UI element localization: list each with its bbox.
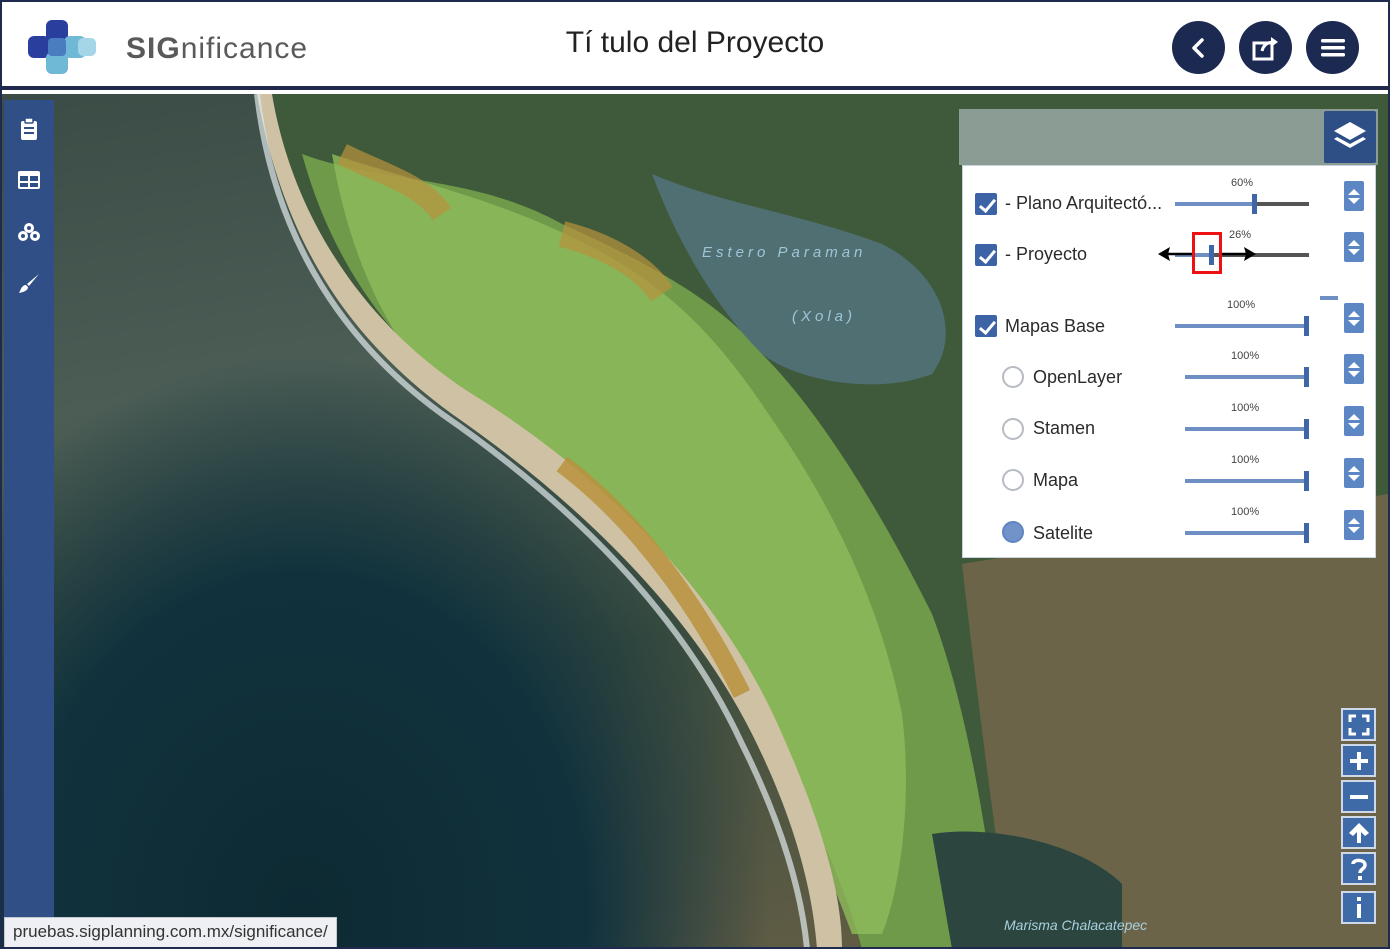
opacity-value: 100% <box>1231 506 1260 518</box>
menu-button[interactable] <box>1306 21 1359 74</box>
opacity-slider-fill <box>1185 479 1304 483</box>
basemap-radio-satelite[interactable] <box>1002 521 1024 543</box>
share-icon <box>1252 36 1278 60</box>
layer-label: Mapas Base <box>1005 316 1106 336</box>
opacity-slider[interactable] <box>1185 367 1309 387</box>
opacity-slider[interactable] <box>1175 194 1309 214</box>
zoom-in-icon <box>1349 751 1368 770</box>
map-label-estero: Estero Paraman <box>702 244 867 261</box>
layer-label: Satelite <box>1033 523 1094 543</box>
layer-label: - Plano Arquitectó... <box>1005 193 1163 213</box>
brush-button[interactable] <box>16 271 42 297</box>
opacity-slider-thumb[interactable] <box>1304 419 1309 439</box>
layer-row-openlayer: OpenLayer 100% <box>963 350 1377 399</box>
layer-label: OpenLayer <box>1033 367 1123 387</box>
info-icon <box>1356 896 1361 918</box>
opacity-value: 60% <box>1231 177 1254 189</box>
table-icon <box>18 171 40 189</box>
layer-row-stamen: Stamen 100% <box>963 402 1377 451</box>
highlight-box <box>1192 232 1222 274</box>
north-button[interactable] <box>1341 816 1376 849</box>
opacity-slider-thumb[interactable] <box>1304 471 1309 491</box>
opacity-slider[interactable] <box>1185 471 1309 491</box>
reorder-button[interactable] <box>1344 181 1364 211</box>
opacity-slider[interactable] <box>1185 419 1309 439</box>
help-icon <box>1350 858 1367 880</box>
zoom-out-button[interactable] <box>1341 780 1376 813</box>
basemap-radio-openlayer[interactable] <box>1002 366 1024 388</box>
layer-checkbox-mapas-base[interactable] <box>975 315 997 337</box>
layer-row-mapa: Mapa 100% <box>963 454 1377 503</box>
opacity-slider-fill <box>1175 324 1304 328</box>
reorder-button[interactable] <box>1344 232 1364 262</box>
reorder-button[interactable] <box>1344 406 1364 436</box>
layer-row-mapas-base: Mapas Base 100% <box>963 299 1377 348</box>
layer-label: Stamen <box>1033 418 1096 438</box>
layer-row-satelite: Satelite 100% <box>963 506 1377 555</box>
opacity-slider-thumb[interactable] <box>1304 523 1309 543</box>
layer-label: Mapa <box>1033 470 1079 490</box>
back-button[interactable] <box>1172 21 1225 74</box>
layer-label: - Proyecto <box>1005 244 1088 264</box>
layer-checkbox-proyecto[interactable] <box>975 244 997 266</box>
opacity-value: 100% <box>1231 454 1260 466</box>
clipboard-icon <box>21 117 37 140</box>
opacity-slider-fill <box>1175 202 1252 206</box>
back-icon <box>1191 37 1204 58</box>
basemap-radio-stamen[interactable] <box>1002 418 1024 440</box>
status-url: pruebas.sigplanning.com.mx/significance/ <box>4 917 337 947</box>
app-frame: SIGnificance Tí tulo del Proyecto Estero… <box>0 0 1390 949</box>
layers-icon <box>1334 122 1366 148</box>
reorder-button[interactable] <box>1344 303 1364 333</box>
layers-panel-header <box>959 109 1378 165</box>
clipboard-button[interactable] <box>16 116 42 142</box>
opacity-value: 100% <box>1231 402 1260 414</box>
layer-checkbox-plano[interactable] <box>975 193 997 215</box>
map-label-marisma: Marisma Chalacatepec <box>1004 917 1148 933</box>
help-button[interactable] <box>1341 852 1376 885</box>
basemap-radio-mapa[interactable] <box>1002 469 1024 491</box>
zoom-out-icon <box>1349 794 1368 799</box>
menu-icon <box>1320 38 1345 56</box>
fullscreen-icon <box>1348 714 1369 735</box>
layers-panel: - Plano Arquitectó... 60% - Proyecto 26%… <box>962 165 1376 558</box>
north-arrow-icon <box>1348 822 1369 843</box>
reorder-button[interactable] <box>1344 458 1364 488</box>
layer-row-plano: - Plano Arquitectó... 60% <box>963 177 1377 226</box>
reorder-button[interactable] <box>1344 354 1364 384</box>
layers-stack-icon <box>18 223 40 241</box>
zoom-in-button[interactable] <box>1341 744 1376 777</box>
opacity-slider-fill <box>1185 375 1304 379</box>
opacity-slider-fill <box>1185 427 1304 431</box>
opacity-slider-thumb[interactable] <box>1304 367 1309 387</box>
brush-icon <box>19 274 39 293</box>
share-button[interactable] <box>1239 21 1292 74</box>
opacity-slider[interactable] <box>1175 316 1309 336</box>
opacity-value: 100% <box>1231 350 1260 362</box>
opacity-value: 100% <box>1227 299 1256 311</box>
left-toolbar <box>4 100 54 922</box>
info-button[interactable] <box>1341 891 1376 924</box>
opacity-slider-thumb[interactable] <box>1252 194 1257 214</box>
opacity-slider-thumb[interactable] <box>1304 316 1309 336</box>
panel-divider <box>1320 296 1338 300</box>
map-label-xola: (Xola) <box>792 308 857 325</box>
header-bar: SIGnificance Tí tulo del Proyecto <box>2 2 1388 90</box>
opacity-slider[interactable] <box>1185 523 1309 543</box>
layers-stack-button[interactable] <box>16 219 42 245</box>
layers-toggle-button[interactable] <box>1324 111 1376 163</box>
reorder-button[interactable] <box>1344 510 1364 540</box>
table-button[interactable] <box>16 167 42 193</box>
fullscreen-button[interactable] <box>1341 708 1376 741</box>
opacity-slider-fill <box>1185 531 1304 535</box>
